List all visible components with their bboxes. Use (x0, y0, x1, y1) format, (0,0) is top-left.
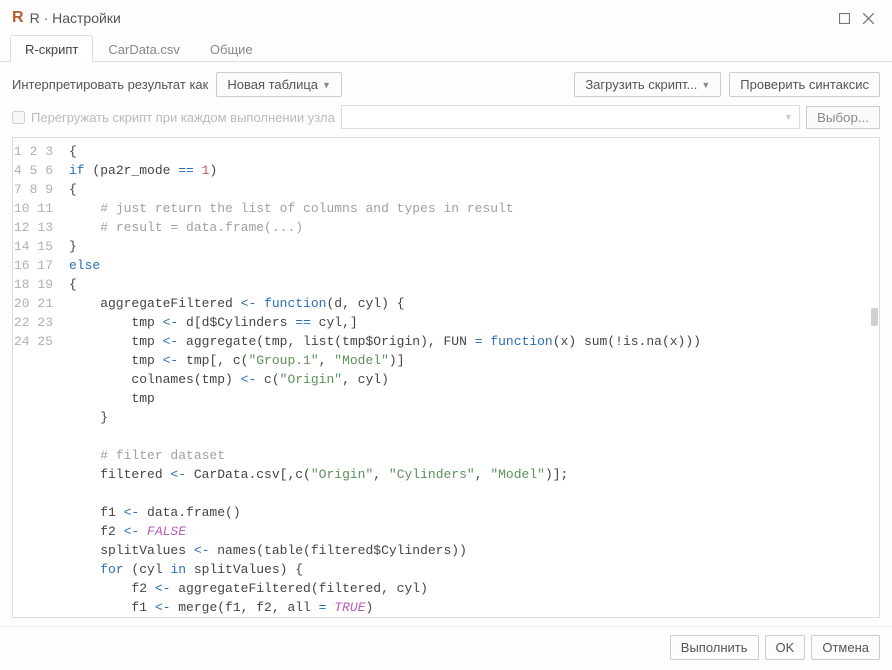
result-mode-dropdown[interactable]: Новая таблица ▼ (216, 72, 342, 97)
cancel-button[interactable]: Отмена (811, 635, 880, 660)
tab-cardata[interactable]: CarData.csv (93, 35, 195, 62)
load-script-button[interactable]: Загрузить скрипт... ▼ (574, 72, 721, 97)
caret-down-icon: ▼ (322, 80, 331, 90)
line-gutter: 1 2 3 4 5 6 7 8 9 10 11 12 13 14 15 16 1… (13, 138, 61, 617)
browse-button[interactable]: Выбор... (806, 106, 880, 129)
reload-row: Перегружать скрипт при каждом выполнении… (0, 105, 892, 137)
code-area[interactable]: { if (pa2r_mode == 1) { # just return th… (61, 138, 879, 617)
tab-general[interactable]: Общие (195, 35, 268, 62)
run-button[interactable]: Выполнить (670, 635, 759, 660)
reload-checkbox[interactable] (12, 111, 25, 124)
app-icon: R (12, 9, 24, 27)
scrollbar[interactable] (869, 138, 879, 617)
ok-button[interactable]: OK (765, 635, 806, 660)
check-syntax-button[interactable]: Проверить синтаксис (729, 72, 880, 97)
titlebar: R R · Настройки (0, 0, 892, 34)
tab-bar: R-скрипт CarData.csv Общие (0, 34, 892, 62)
result-mode-value: Новая таблица (227, 77, 318, 92)
scroll-thumb[interactable] (871, 308, 878, 326)
load-script-label: Загрузить скрипт... (585, 77, 697, 92)
code-editor[interactable]: 1 2 3 4 5 6 7 8 9 10 11 12 13 14 15 16 1… (12, 137, 880, 618)
window-title: R · Настройки (30, 10, 832, 26)
tab-r-script[interactable]: R-скрипт (10, 35, 93, 62)
interpret-result-label: Интерпретировать результат как (12, 77, 208, 92)
caret-down-icon: ▼ (784, 112, 793, 122)
reload-checkbox-label: Перегружать скрипт при каждом выполнении… (31, 110, 335, 125)
dialog-footer: Выполнить OK Отмена (0, 626, 892, 670)
script-path-select[interactable]: ▼ (341, 105, 800, 129)
caret-down-icon: ▼ (701, 80, 710, 90)
close-button[interactable] (856, 8, 880, 28)
toolbar: Интерпретировать результат как Новая таб… (0, 62, 892, 105)
maximize-button[interactable] (832, 8, 856, 28)
